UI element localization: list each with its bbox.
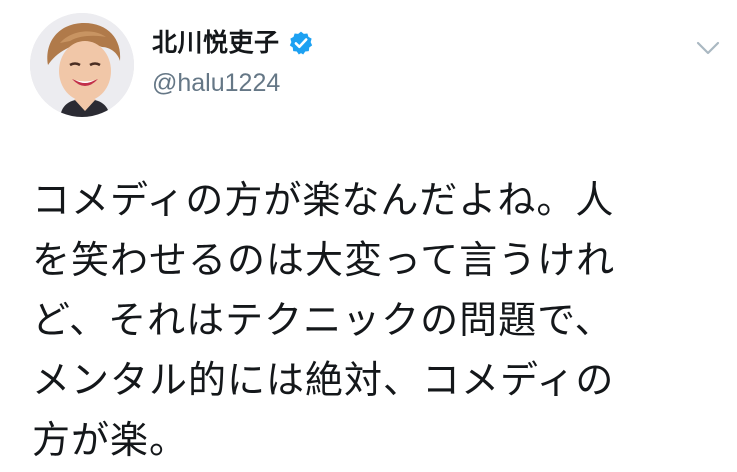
tweet-text-line: メンタル的には絶対、コメディの bbox=[32, 358, 615, 402]
tweet-menu-button[interactable] bbox=[695, 38, 721, 58]
avatar[interactable] bbox=[30, 13, 134, 117]
tweet-header: 北川悦吏子 @halu1224 bbox=[152, 26, 314, 100]
tweet-text-line: ど、それはテクニックの問題で、 bbox=[32, 298, 614, 342]
name-row: 北川悦吏子 bbox=[152, 26, 314, 60]
tweet-text-line: 方が楽。 bbox=[32, 418, 189, 462]
user-handle[interactable]: @halu1224 bbox=[152, 66, 314, 100]
tweet-text: コメディの方が楽なんだよね。人 を笑わせるのは大変って言うけれ ど、それはテクニ… bbox=[32, 170, 732, 470]
display-name[interactable]: 北川悦吏子 bbox=[152, 26, 280, 60]
tweet-text-line: コメディの方が楽なんだよね。人 bbox=[32, 178, 615, 222]
chevron-down-icon bbox=[696, 41, 720, 55]
verified-badge-icon bbox=[288, 30, 314, 56]
tweet-card: 北川悦吏子 @halu1224 コメディの方が楽なんだよね。人 を笑わせるのは大… bbox=[0, 0, 737, 472]
tweet-text-line: を笑わせるのは大変って言うけれ bbox=[32, 238, 616, 282]
avatar-photo bbox=[30, 13, 134, 117]
